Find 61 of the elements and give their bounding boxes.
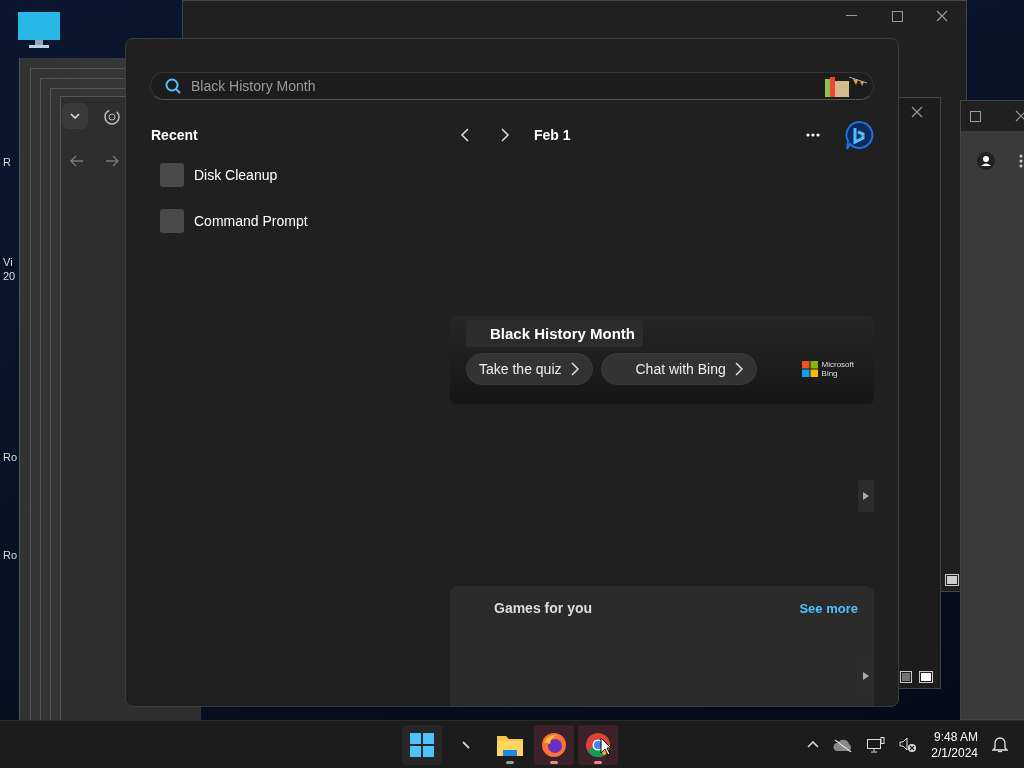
brand-text: Microsoft Bing [821, 360, 854, 378]
section-heading: Recent [151, 127, 199, 143]
maximize-icon[interactable] [891, 10, 903, 22]
pen-icon [462, 740, 470, 749]
close-icon[interactable] [911, 106, 923, 118]
desktop-icon-label[interactable]: Ro [3, 548, 18, 562]
window-icon[interactable] [945, 574, 959, 586]
muted-speaker-icon[interactable] [899, 736, 918, 753]
folder-icon [497, 733, 523, 756]
maximize-icon[interactable] [969, 110, 981, 122]
chevron-icon [460, 128, 470, 142]
minimize-icon[interactable] [845, 15, 857, 17]
chevron-up-icon[interactable] [807, 741, 820, 748]
dropdown-button[interactable] [62, 103, 88, 129]
recent-app-item[interactable]: Command Prompt [160, 207, 308, 235]
chevron-icon [500, 128, 510, 142]
action-button[interactable]: Take the quiz [466, 353, 593, 385]
clock[interactable]: 9:48 AM 2/1/2024 [931, 728, 978, 761]
books-drawing [823, 73, 869, 99]
windows-logo-icon [410, 732, 434, 757]
play-arrow-icon [863, 492, 869, 500]
desktop-icon-label[interactable]: Ro [3, 450, 18, 464]
four-squares-logo-icon [801, 361, 818, 377]
desktop-icon-label[interactable]: Vi 20 [3, 255, 16, 283]
card-title: Games for you [494, 600, 593, 616]
network-icon[interactable] [867, 736, 886, 753]
profile-icon[interactable] [977, 152, 995, 170]
fox-browser-icon [541, 731, 567, 758]
recent-app-item[interactable]: Disk Cleanup [160, 161, 278, 189]
chat-bubble-icon[interactable] [844, 120, 874, 150]
taskbar-button[interactable] [402, 724, 442, 765]
spiral-icon[interactable] [104, 109, 120, 125]
date-label: 2/1/2024 [931, 744, 978, 761]
forward-arrow-icon[interactable] [105, 155, 119, 167]
close-icon[interactable] [1015, 110, 1024, 122]
bell-icon[interactable] [992, 736, 1008, 753]
see-more-link[interactable]: See more [799, 600, 858, 616]
chevron-down-icon [70, 113, 80, 119]
chevron-icon [569, 362, 580, 376]
cloud-icon[interactable] [833, 737, 854, 752]
window-icon[interactable] [919, 671, 933, 683]
taskbar-button[interactable] [578, 724, 618, 765]
computer-icon[interactable] [18, 12, 60, 50]
search-icon [165, 78, 181, 94]
taskbar-button[interactable] [534, 724, 574, 765]
back-arrow-icon[interactable] [70, 155, 84, 167]
highlight-title: Black History Month [466, 320, 644, 347]
cursor-icon [600, 737, 612, 756]
search-field[interactable]: Black History Month [191, 78, 813, 94]
play-arrow-icon [863, 672, 869, 680]
more-icon[interactable] [806, 133, 820, 137]
more-icon[interactable] [1019, 154, 1023, 168]
desktop-icon-label[interactable]: R [3, 155, 11, 169]
time-label: 9:48 AM [933, 728, 978, 745]
search-box[interactable]: Black History Month [150, 72, 874, 100]
action-button[interactable]: Chat with Bing [600, 353, 757, 385]
close-icon[interactable] [936, 10, 948, 22]
list-view-icon[interactable] [900, 671, 912, 683]
chevron-icon [733, 362, 744, 376]
scroll-right-button[interactable] [858, 480, 874, 512]
date-label: Feb 1 [534, 127, 571, 143]
